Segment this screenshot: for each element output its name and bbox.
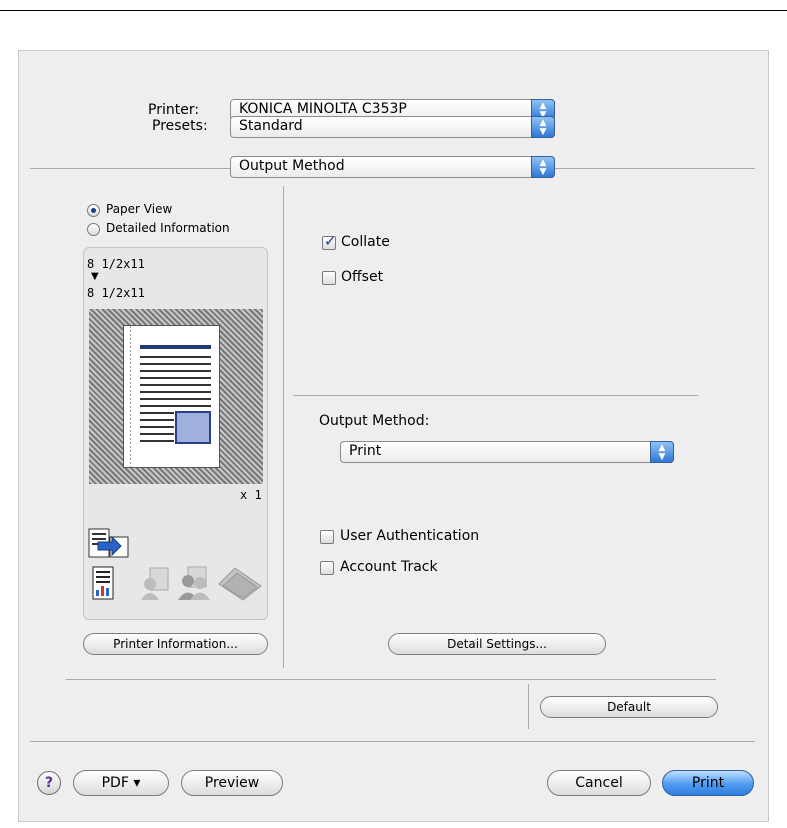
output-method-label: Output Method: (319, 413, 430, 429)
user-authentication-checkbox[interactable] (320, 530, 334, 544)
detail-settings-button[interactable]: Detail Settings... (388, 633, 606, 655)
preview-button[interactable]: Preview (181, 770, 283, 796)
checkmark-icon: ✓ (324, 232, 337, 250)
panel-popup-value: Output Method (239, 158, 345, 174)
document-stats-icon (92, 566, 114, 600)
default-divider (528, 684, 529, 729)
output-to-printer-icon (88, 528, 129, 558)
paper-size-from: 8 1/2x11 (87, 257, 145, 271)
users-icon (178, 566, 210, 600)
presets-popup[interactable]: Standard ▲ ▼ (230, 116, 555, 138)
output-method-popup[interactable]: Print ▲ ▼ (340, 441, 674, 463)
offset-checkbox[interactable] (322, 271, 336, 285)
paper-view-label: Paper View (106, 202, 173, 216)
detailed-information-label: Detailed Information (106, 221, 230, 235)
page-top-rule (0, 10, 787, 11)
user-authentication-label: User Authentication (340, 528, 480, 544)
page-content-lines (140, 345, 211, 444)
lower-separator (66, 679, 716, 680)
popup-arrows-icon: ▲ ▼ (650, 441, 674, 463)
stacked-pages-icon (218, 567, 262, 601)
footer-separator (30, 741, 755, 742)
default-button[interactable]: Default (540, 696, 718, 718)
print-button[interactable]: Print (662, 770, 754, 796)
copies-count: x 1 (240, 488, 262, 502)
paper-size-to: 8 1/2x11 (87, 286, 145, 300)
cancel-button[interactable]: Cancel (547, 770, 651, 796)
presets-label: Presets: (152, 118, 208, 134)
popup-arrows-icon: ▲ ▼ (531, 156, 555, 178)
account-track-label: Account Track (340, 559, 438, 575)
pdf-button[interactable]: PDF ▾ (73, 770, 169, 796)
account-track-checkbox[interactable] (320, 561, 334, 575)
presets-popup-value: Standard (239, 118, 303, 134)
detailed-information-radio[interactable] (87, 223, 100, 236)
panel-popup[interactable]: Output Method ▲ ▼ (230, 156, 555, 178)
separator-right (555, 168, 755, 169)
presets-label-text: Presets: (152, 118, 208, 134)
popup-arrows-icon: ▲ ▼ (531, 116, 555, 138)
collate-checkbox[interactable]: ✓ (322, 232, 337, 250)
offset-label: Offset (341, 269, 384, 285)
paper-preview-page (123, 325, 220, 468)
paper-view-radio[interactable] (87, 204, 100, 217)
column-divider (283, 186, 284, 668)
printer-information-button[interactable]: Printer Information... (83, 633, 268, 655)
printer-popup-value: KONICA MINOLTA C353P (239, 101, 407, 117)
printer-label: Printer: (148, 102, 200, 118)
help-icon[interactable]: ? (37, 771, 61, 795)
separator-left (30, 168, 230, 169)
right-separator (293, 395, 698, 396)
collate-label: Collate (341, 234, 390, 250)
output-method-value: Print (349, 443, 382, 459)
user-document-icon (141, 567, 169, 600)
arrow-down-icon: ▼ (91, 271, 99, 282)
